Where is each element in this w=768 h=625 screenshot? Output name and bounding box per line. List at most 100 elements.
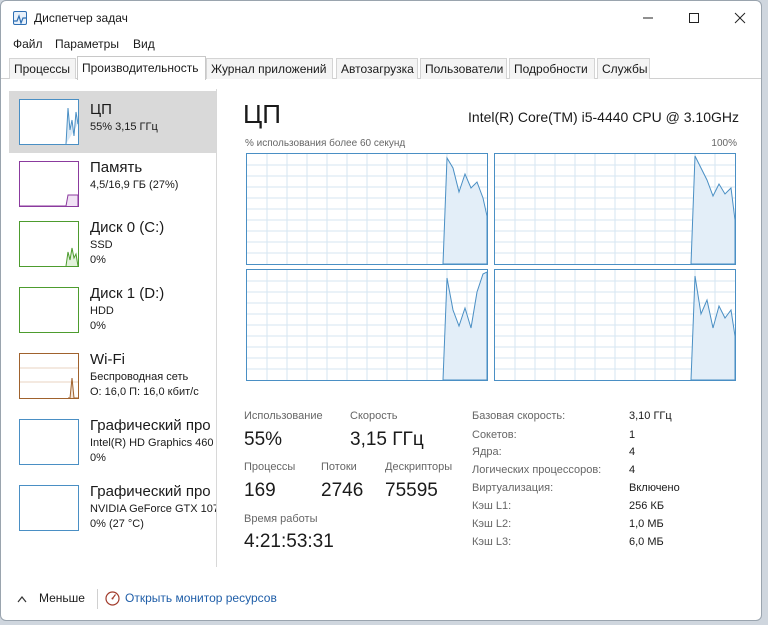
tab-startup[interactable]: Автозагрузка bbox=[336, 58, 418, 79]
logical-processors-label: Логических процессоров: bbox=[472, 464, 602, 476]
sidebar-item-label: Графический про bbox=[90, 417, 211, 434]
handles-value: 75595 bbox=[385, 480, 438, 501]
threads-label: Потоки bbox=[321, 461, 357, 473]
chevron-up-icon bbox=[17, 596, 27, 603]
resource-sidebar: ЦП 55% 3,15 ГГц Память 4,5/16,9 ГБ (27%)… bbox=[9, 89, 217, 567]
memory-thumbnail bbox=[19, 161, 79, 207]
sidebar-item-gpu-0[interactable]: Графический про Intel(R) HD Graphics 460… bbox=[9, 413, 216, 475]
virtualization-label: Виртуализация: bbox=[472, 482, 554, 494]
sockets-label: Сокетов: bbox=[472, 429, 517, 441]
core-graph bbox=[246, 269, 488, 381]
gpu-0-thumbnail bbox=[19, 419, 79, 465]
processes-label: Процессы bbox=[244, 461, 296, 473]
title-bar[interactable]: Диспетчер задач bbox=[1, 1, 761, 35]
maximize-icon bbox=[689, 13, 699, 23]
base-speed-value: 3,10 ГГц bbox=[629, 410, 672, 422]
speed-value: 3,15 ГГц bbox=[350, 429, 424, 450]
uptime-value: 4:21:53:31 bbox=[244, 531, 334, 552]
wifi-thumbnail bbox=[19, 353, 79, 399]
fewer-details-label: Меньше bbox=[39, 591, 85, 605]
cache-l3-label: Кэш L3: bbox=[472, 536, 512, 548]
speed-label: Скорость bbox=[350, 410, 398, 422]
close-button[interactable] bbox=[717, 1, 761, 35]
core-graph-plot bbox=[495, 270, 736, 381]
sidebar-item-label: Диск 1 (D:) bbox=[90, 285, 165, 302]
tab-services[interactable]: Службы bbox=[597, 58, 650, 79]
tab-details[interactable]: Подробности bbox=[509, 58, 595, 79]
sidebar-item-detail: HDD bbox=[90, 305, 114, 317]
cores-label: Ядра: bbox=[472, 446, 502, 458]
sidebar-item-detail: Intel(R) HD Graphics 460 bbox=[90, 437, 214, 449]
sidebar-item-usage: 0% bbox=[90, 254, 106, 266]
cache-l2-label: Кэш L2: bbox=[472, 518, 512, 530]
usage-label: Использование bbox=[244, 410, 323, 422]
sidebar-item-memory[interactable]: Память 4,5/16,9 ГБ (27%) bbox=[9, 155, 216, 217]
processes-value: 169 bbox=[244, 480, 276, 501]
sidebar-item-cpu[interactable]: ЦП 55% 3,15 ГГц bbox=[9, 91, 216, 153]
window-title: Диспетчер задач bbox=[34, 11, 128, 25]
virtualization-value: Включено bbox=[629, 482, 680, 494]
usage-value: 55% bbox=[244, 429, 283, 450]
core-graph-plot bbox=[247, 154, 488, 265]
core-graph bbox=[494, 153, 736, 265]
sidebar-item-detail: 4,5/16,9 ГБ (27%) bbox=[90, 179, 179, 191]
logical-processors-value: 4 bbox=[629, 464, 636, 476]
sidebar-item-throughput: О: 16,0 П: 16,0 кбит/с bbox=[90, 386, 199, 398]
menu-view[interactable]: Вид bbox=[133, 37, 155, 51]
core-graph-plot bbox=[495, 154, 736, 265]
sidebar-item-usage: 0% bbox=[90, 452, 106, 464]
tab-app-history[interactable]: Журнал приложений bbox=[206, 58, 333, 79]
footer: Меньше Открыть монитор ресурсов bbox=[1, 579, 761, 619]
tab-processes[interactable]: Процессы bbox=[9, 58, 76, 79]
sidebar-item-label: ЦП bbox=[90, 101, 112, 118]
footer-divider bbox=[97, 589, 98, 609]
handles-label: Дескрипторы bbox=[385, 461, 453, 473]
minimize-icon bbox=[643, 17, 653, 19]
sidebar-item-detail: NVIDIA GeForce GTX 107 bbox=[90, 503, 217, 515]
performance-panel: ЦП Intel(R) Core(TM) i5-4440 CPU @ 3.10G… bbox=[231, 89, 751, 567]
menu-bar: Файл Параметры Вид bbox=[1, 35, 761, 55]
sidebar-item-label: Графический про bbox=[90, 483, 211, 500]
cache-l3-value: 6,0 МБ bbox=[629, 536, 664, 548]
sidebar-item-disk-1[interactable]: Диск 1 (D:) HDD 0% bbox=[9, 281, 216, 343]
sidebar-item-gpu-1[interactable]: Графический про NVIDIA GeForce GTX 107 0… bbox=[9, 479, 217, 541]
cpu-thumbnail bbox=[19, 99, 79, 145]
task-manager-window: Диспетчер задач Файл Параметры Вид Проце… bbox=[0, 0, 762, 621]
sockets-value: 1 bbox=[629, 429, 636, 441]
sidebar-item-label: Wi-Fi bbox=[90, 351, 125, 368]
tab-users[interactable]: Пользователи bbox=[420, 58, 507, 79]
cores-value: 4 bbox=[629, 446, 636, 458]
uptime-label: Время работы bbox=[244, 513, 318, 525]
page-title: ЦП bbox=[243, 99, 281, 129]
sidebar-item-label: Диск 0 (C:) bbox=[90, 219, 165, 236]
open-resource-monitor-label: Открыть монитор ресурсов bbox=[125, 591, 277, 605]
core-graph-plot bbox=[247, 270, 488, 381]
minimize-button[interactable] bbox=[625, 1, 671, 35]
tab-bar: Процессы Производительность Журнал прило… bbox=[1, 56, 761, 80]
cache-l1-value: 256 КБ bbox=[629, 500, 665, 512]
disk-1-thumbnail bbox=[19, 287, 79, 333]
core-graph bbox=[246, 153, 488, 265]
sidebar-item-detail: 55% 3,15 ГГц bbox=[90, 121, 158, 133]
core-graph bbox=[494, 269, 736, 381]
threads-value: 2746 bbox=[321, 480, 364, 501]
base-speed-label: Базовая скорость: bbox=[472, 410, 566, 422]
menu-options[interactable]: Параметры bbox=[55, 37, 119, 51]
disk-0-thumbnail bbox=[19, 221, 79, 267]
task-manager-app-icon bbox=[13, 11, 27, 25]
sidebar-item-usage: 0% (27 °C) bbox=[90, 518, 144, 530]
sidebar-item-detail: SSD bbox=[90, 239, 113, 251]
menu-file[interactable]: Файл bbox=[13, 37, 43, 51]
tab-performance[interactable]: Производительность bbox=[77, 56, 206, 80]
sidebar-item-detail: Беспроводная сеть bbox=[90, 371, 189, 383]
cache-l1-label: Кэш L1: bbox=[472, 500, 512, 512]
maximize-button[interactable] bbox=[671, 1, 717, 35]
gpu-1-thumbnail bbox=[19, 485, 79, 531]
close-icon bbox=[734, 12, 746, 24]
graph-caption: % использования более 60 секунд bbox=[245, 138, 406, 149]
sidebar-item-label: Память bbox=[90, 159, 143, 176]
sidebar-item-disk-0[interactable]: Диск 0 (C:) SSD 0% bbox=[9, 215, 216, 277]
cache-l2-value: 1,0 МБ bbox=[629, 518, 664, 530]
sidebar-item-usage: 0% bbox=[90, 320, 106, 332]
sidebar-item-wifi[interactable]: Wi-Fi Беспроводная сеть О: 16,0 П: 16,0 … bbox=[9, 347, 216, 409]
